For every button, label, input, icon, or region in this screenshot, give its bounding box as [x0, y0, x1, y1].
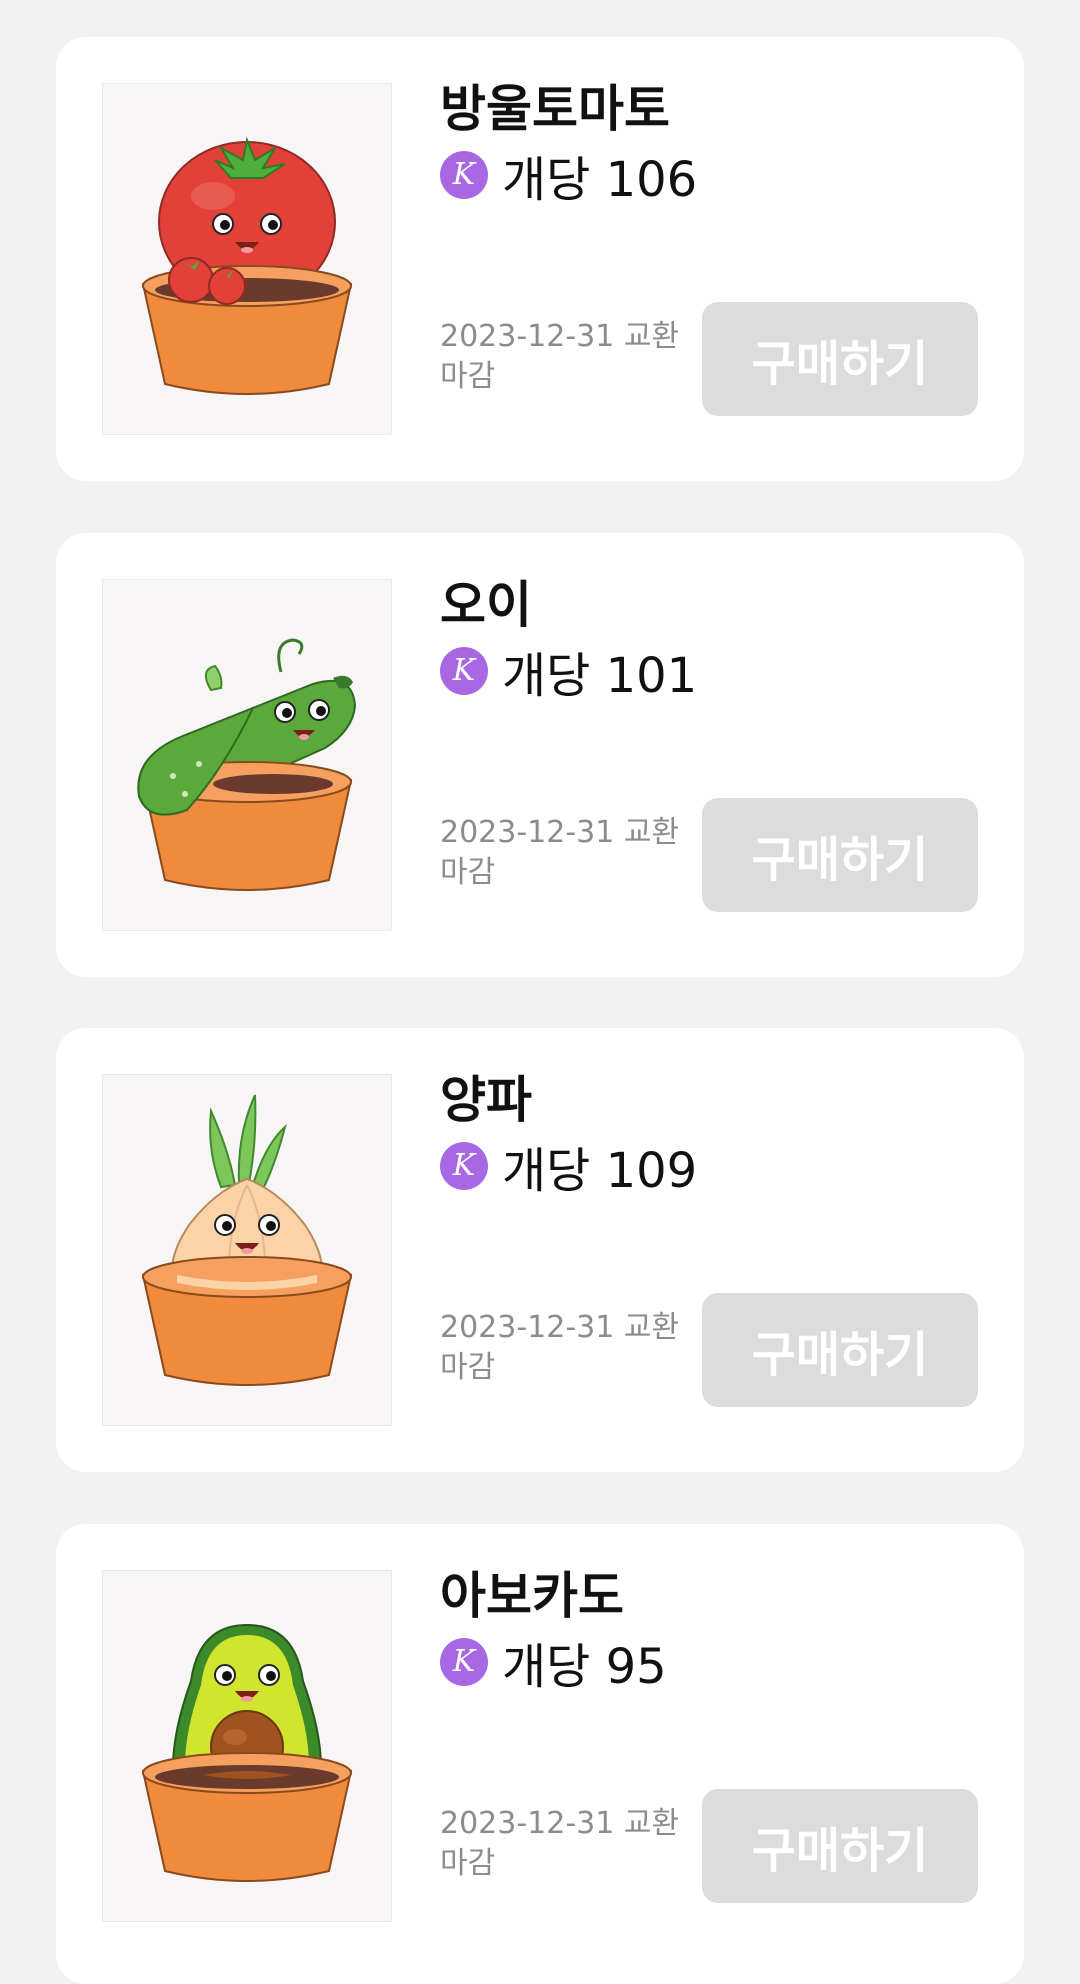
product-image — [102, 1570, 392, 1922]
cucumber-pot-icon — [137, 638, 357, 891]
coin-icon: K — [440, 1142, 488, 1190]
product-name: 아보카도 — [440, 1567, 624, 1625]
buy-button[interactable]: 구매하기 — [702, 1293, 978, 1407]
buy-button[interactable]: 구매하기 — [702, 1789, 978, 1903]
product-image — [102, 83, 392, 435]
product-list: 방울토마토 K 개당 106 2023-12-31 교환 마감 구매하기 오이 … — [0, 0, 1080, 1984]
avocado-pot-icon — [141, 1623, 353, 1882]
product-name: 방울토마토 — [440, 80, 670, 138]
cherry-tomato-pot-icon — [141, 136, 353, 395]
deadline-text: 2023-12-31 교환 마감 — [440, 815, 680, 890]
product-card: 오이 K 개당 101 2023-12-31 교환 마감 구매하기 — [56, 533, 1024, 977]
product-card: 방울토마토 K 개당 106 2023-12-31 교환 마감 구매하기 — [56, 37, 1024, 481]
onion-pot-icon — [141, 1094, 353, 1386]
product-image — [102, 1074, 392, 1426]
product-card: 양파 K 개당 109 2023-12-31 교환 마감 구매하기 — [56, 1028, 1024, 1472]
coin-icon: K — [440, 151, 488, 199]
price-label: 개당 101 — [502, 648, 698, 704]
price-label: 개당 109 — [502, 1143, 698, 1199]
price-row: K 개당 101 — [440, 641, 697, 704]
product-name: 양파 — [440, 1071, 532, 1129]
product-image — [102, 579, 392, 931]
deadline-text: 2023-12-31 교환 마감 — [440, 1806, 680, 1881]
deadline-text: 2023-12-31 교환 마감 — [440, 319, 680, 394]
deadline-text: 2023-12-31 교환 마감 — [440, 1310, 680, 1385]
price-row: K 개당 95 — [440, 1632, 667, 1695]
price-row: K 개당 106 — [440, 145, 697, 208]
buy-button[interactable]: 구매하기 — [702, 302, 978, 416]
buy-button[interactable]: 구매하기 — [702, 798, 978, 912]
coin-icon: K — [440, 1638, 488, 1686]
product-name: 오이 — [440, 576, 532, 634]
price-label: 개당 106 — [502, 152, 698, 208]
price-label: 개당 95 — [502, 1639, 667, 1695]
product-card: 아보카도 K 개당 95 2023-12-31 교환 마감 구매하기 — [56, 1524, 1024, 1984]
price-row: K 개당 109 — [440, 1136, 697, 1199]
coin-icon: K — [440, 647, 488, 695]
